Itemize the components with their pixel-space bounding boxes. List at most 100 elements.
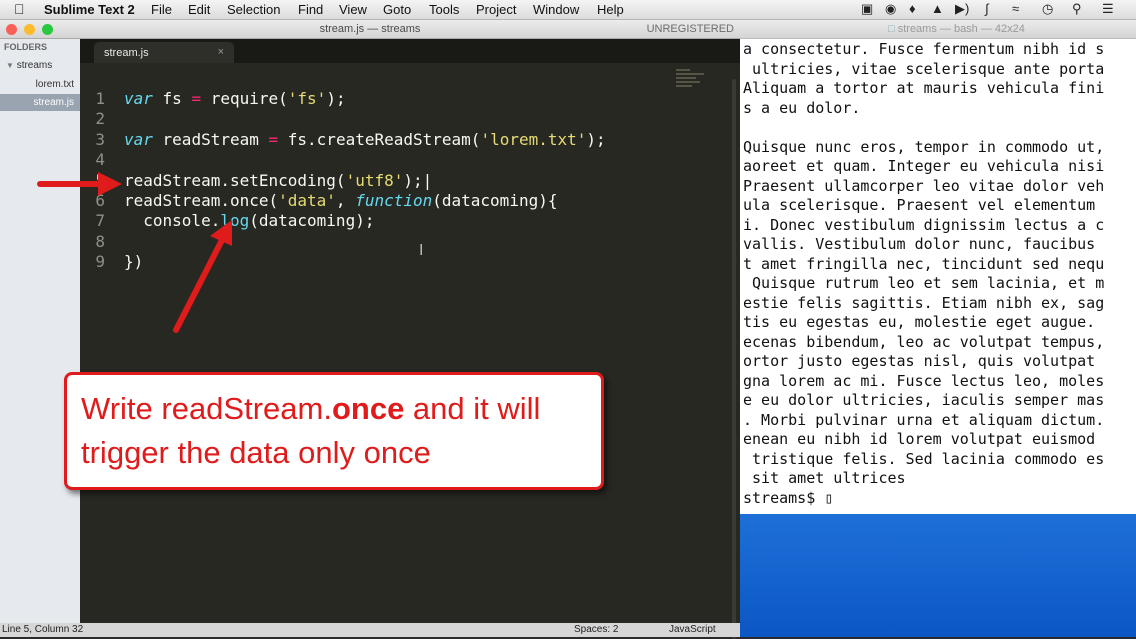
- unregistered-label: UNREGISTERED: [646, 23, 734, 35]
- terminal-line: e eu dolor ultricies, iaculis semper mas: [743, 391, 1105, 409]
- menu-bar:  Sublime Text 2 File Edit Selection Fin…: [0, 0, 1136, 20]
- code-token: 'lorem.txt': [480, 129, 587, 149]
- code-token: console.: [124, 211, 221, 231]
- menu-goto[interactable]: Goto: [383, 2, 411, 17]
- callout-line-2: trigger the data only once: [81, 435, 431, 470]
- menu-find[interactable]: Find: [298, 2, 323, 17]
- tab-stream-js[interactable]: stream.js ×: [94, 42, 234, 63]
- clock-icon[interactable]: ◷: [1042, 1, 1053, 17]
- code-line[interactable]: 5 readStream.setEncoding('utf8');|: [80, 171, 680, 191]
- code-text: console.log(datacoming);: [124, 211, 374, 230]
- callout-line-1: Write readStream.once and it will: [81, 391, 541, 426]
- code-line[interactable]: 1 var fs = require('fs');: [80, 89, 680, 109]
- list-icon[interactable]: ☰: [1102, 1, 1114, 17]
- disclosure-triangle-icon[interactable]: ▼: [6, 61, 14, 70]
- sublime-titlebar: stream.js — streams UNREGISTERED: [0, 20, 740, 39]
- code-token: function: [355, 191, 433, 210]
- code-token: 'utf8': [345, 170, 404, 190]
- desktop-background: [740, 514, 1136, 637]
- line-number: 9: [95, 252, 105, 272]
- code-line[interactable]: 4: [80, 150, 680, 170]
- display-icon[interactable]: ▣: [861, 1, 873, 17]
- terminal-line: Quisque rutrum leo et sem lacinia, et m: [743, 274, 1105, 292]
- code-line[interactable]: 7 console.log(datacoming);: [80, 211, 680, 231]
- code-token: (datacoming);: [249, 211, 375, 231]
- terminal-line: ultricies, vitae scelerisque ante porta: [743, 59, 1105, 78]
- folder-icon: □: [888, 23, 895, 35]
- code-editor[interactable]: stream.js × 1 var fs = require('fs'); 2 3 va…: [80, 39, 740, 639]
- code-token: ,: [335, 191, 356, 210]
- menu-selection[interactable]: Selection: [227, 2, 280, 17]
- line-number: 6: [95, 191, 105, 210]
- terminal-line: a consectetur. Fusce fermentum nibh id s: [743, 40, 1105, 58]
- folders-header: FOLDERS: [4, 42, 48, 52]
- menu-help[interactable]: Help: [597, 2, 624, 17]
- code-text: }): [124, 252, 143, 271]
- bluetooth-icon[interactable]: ∫: [985, 1, 989, 16]
- file-label: stream.js: [33, 97, 74, 108]
- terminal-line: tristique felis. Sed lacinia commodo es: [743, 449, 1105, 468]
- editor-scrollbar[interactable]: [732, 79, 736, 639]
- terminal-titlebar: □ streams — bash — 42x24: [740, 20, 1136, 39]
- code-text: var readStream = fs.createReadStream('lo…: [124, 130, 606, 149]
- code-text: readStream.setEncoding('utf8');|: [124, 171, 432, 190]
- sidebar-file-stream[interactable]: stream.js: [0, 94, 80, 111]
- menu-window[interactable]: Window: [533, 2, 579, 17]
- code-token: fs.createReadStream(: [278, 129, 481, 149]
- code-text: var fs = require('fs');: [124, 89, 346, 108]
- code-token: readStream.once(: [124, 191, 279, 210]
- volume-icon[interactable]: ▶): [955, 1, 969, 17]
- code-token: var: [124, 129, 153, 149]
- code-line[interactable]: 6 readStream.once('data', function(dataco…: [80, 191, 680, 211]
- minimap[interactable]: [676, 69, 706, 109]
- code-token: var: [124, 89, 153, 108]
- terminal-window[interactable]: □ streams — bash — 42x24 a consectetur. …: [740, 20, 1136, 514]
- wifi-icon[interactable]: ≈: [1012, 1, 1019, 16]
- terminal-line: t amet fringilla nec, tincidunt sed nequ: [743, 254, 1105, 273]
- code-line[interactable]: 9}): [80, 252, 680, 272]
- apple-icon[interactable]: : [14, 1, 25, 17]
- search-icon[interactable]: ⚲: [1072, 1, 1082, 17]
- sidebar-file-lorem[interactable]: lorem.txt: [0, 76, 80, 93]
- menu-file[interactable]: File: [151, 2, 172, 17]
- terminal-line: Aliquam a tortor at mauris vehicula fini: [743, 79, 1105, 97]
- code-token: );|: [403, 170, 433, 190]
- terminal-line: sit amet ultrices: [743, 469, 906, 487]
- window-title: stream.js — streams: [319, 23, 421, 35]
- code-token: }): [124, 252, 144, 272]
- close-tab-icon[interactable]: ×: [218, 46, 224, 58]
- terminal-line: vallis. Vestibulum dolor nunc, faucibus: [743, 235, 1096, 253]
- line-number: 3: [95, 129, 105, 149]
- code-token: readStream.setEncoding(: [124, 170, 346, 190]
- terminal-output[interactable]: a consectetur. Fusce fermentum nibh id s…: [743, 40, 1136, 508]
- line-number: 1: [95, 89, 105, 108]
- code-token: =: [191, 89, 202, 108]
- menu-project[interactable]: Project: [476, 2, 516, 17]
- line-number: 8: [95, 231, 105, 251]
- menu-view[interactable]: View: [339, 2, 367, 17]
- terminal-title: streams — bash — 42x24: [897, 23, 1025, 35]
- code-token: =: [268, 129, 279, 149]
- menu-tools[interactable]: Tools: [429, 2, 459, 17]
- menu-edit[interactable]: Edit: [188, 2, 210, 17]
- status-bar: Line 5, Column 32 Spaces: 2 JavaScript: [0, 623, 740, 637]
- drive-icon[interactable]: ▲: [931, 1, 944, 16]
- record-icon[interactable]: ◉: [885, 1, 896, 17]
- menu-app[interactable]: Sublime Text 2: [44, 2, 135, 17]
- syntax-setting[interactable]: JavaScript: [669, 624, 716, 635]
- terminal-line: Praesent ullamcorper leo vitae dolor veh: [743, 176, 1105, 195]
- terminal-line: ecenas bibendum, leo ac volutpat tempus,: [743, 332, 1105, 351]
- cursor-position: Line 5, Column 32: [2, 624, 84, 635]
- code-line[interactable]: 2: [80, 109, 680, 129]
- annotation-callout: Write readStream.once and it will trigge…: [64, 372, 604, 490]
- code-line[interactable]: 3 var readStream = fs.createReadStream('l…: [80, 130, 680, 150]
- indentation-setting[interactable]: Spaces: 2: [574, 624, 618, 635]
- sidebar-folder-streams[interactable]: ▼ streams: [6, 60, 52, 71]
- code-token: fs: [152, 89, 192, 108]
- terminal-line: aoreet et quam. Integer eu vehicula nisi: [743, 157, 1105, 175]
- bell-icon[interactable]: ♦: [909, 1, 916, 16]
- terminal-line: i. Donec vestibulum dignissim lectus a c: [743, 215, 1105, 234]
- terminal-line: enean eu nibh id lorem volutpat euismod: [743, 430, 1096, 448]
- code-line[interactable]: 8: [80, 232, 680, 252]
- terminal-line: estie felis sagittis. Etiam nibh ex, sag: [743, 293, 1105, 312]
